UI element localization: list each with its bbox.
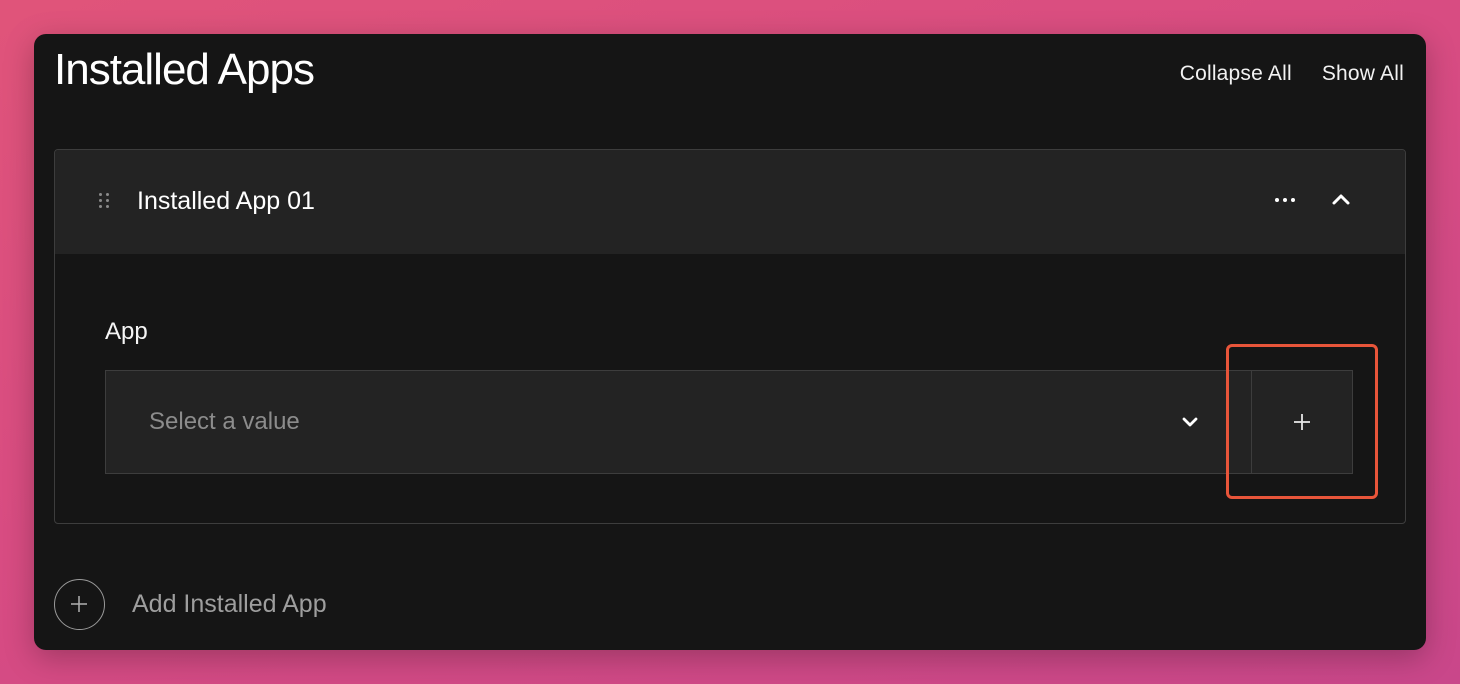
collapse-item-button[interactable] xyxy=(1325,184,1357,216)
more-options-button[interactable] xyxy=(1269,184,1301,216)
chevron-up-icon xyxy=(1332,194,1350,205)
page-title: Installed Apps xyxy=(54,45,315,94)
add-installed-app-label: Add Installed App xyxy=(132,590,327,618)
add-installed-app-button[interactable]: Add Installed App xyxy=(54,576,327,632)
plus-icon xyxy=(1294,414,1310,430)
installed-app-title: Installed App 01 xyxy=(137,187,315,215)
installed-app-header[interactable]: Installed App 01 xyxy=(55,150,1405,254)
plus-circle-icon xyxy=(54,578,105,630)
chevron-down-icon xyxy=(1182,417,1198,427)
select-placeholder: Select a value xyxy=(149,408,300,435)
show-all-button[interactable]: Show All xyxy=(1322,60,1404,88)
installed-apps-panel: Installed Apps Collapse All Show All Ins… xyxy=(34,34,1426,650)
drag-handle-icon[interactable] xyxy=(99,193,111,209)
app-select[interactable]: Select a value xyxy=(105,370,1252,474)
app-field-label: App xyxy=(105,318,148,345)
more-horizontal-icon xyxy=(1275,198,1279,202)
collapse-all-button[interactable]: Collapse All xyxy=(1180,60,1292,88)
installed-app-card: Installed App 01 App Select a value xyxy=(54,149,1406,524)
add-value-button[interactable] xyxy=(1251,370,1353,474)
header-actions: Collapse All Show All xyxy=(1180,60,1404,88)
